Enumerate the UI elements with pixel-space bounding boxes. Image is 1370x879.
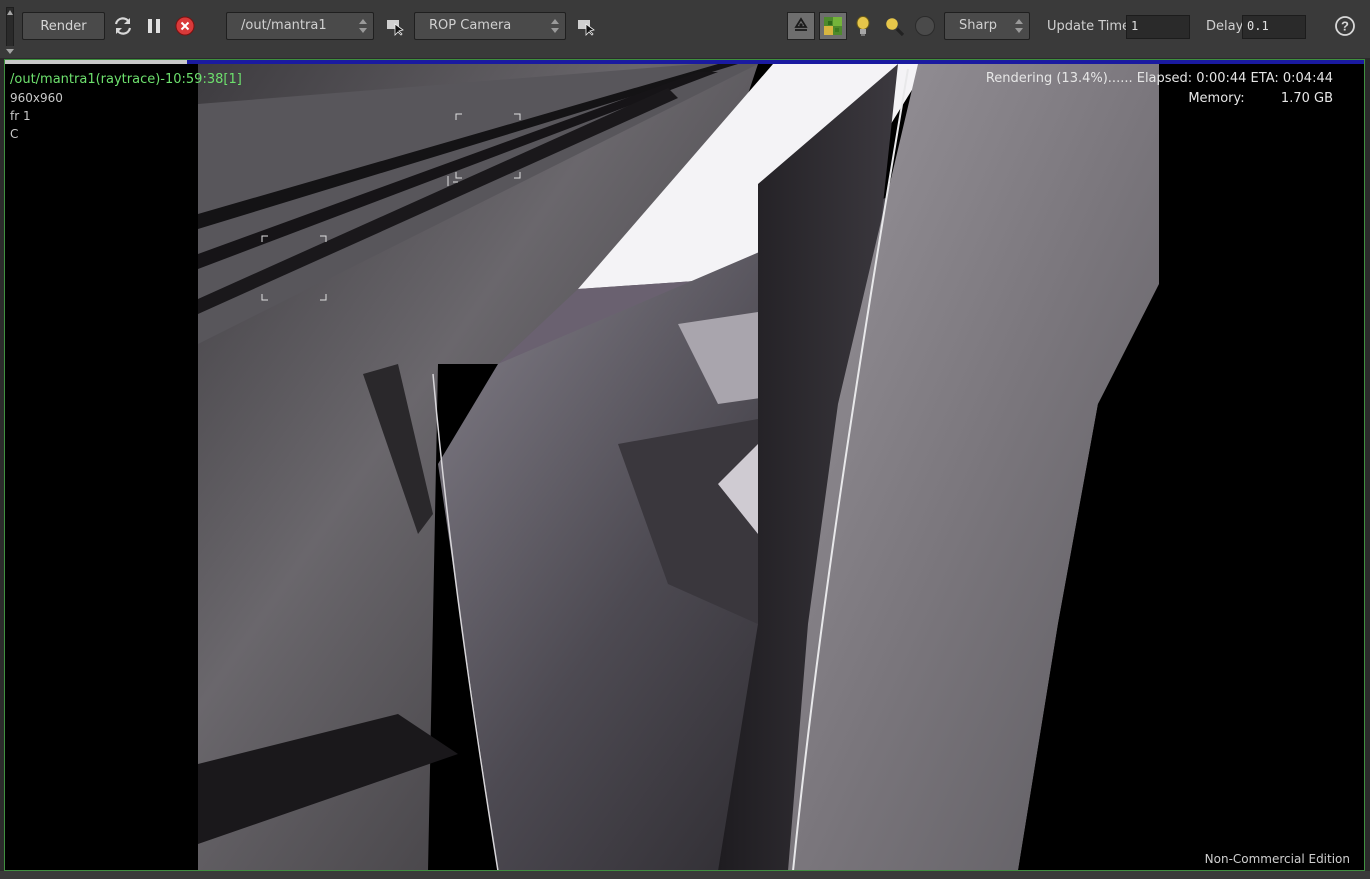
filter-mode-select[interactable]: Sharp [944,12,1030,40]
edition-watermark: Non-Commercial Edition [1204,852,1350,866]
chevron-updown-icon [1015,18,1023,34]
expand-arrow-icon[interactable] [6,49,14,54]
update-time-label: Update Time [1047,19,1131,34]
sphere-icon[interactable] [913,14,937,38]
magnifier-icon[interactable] [882,14,906,38]
toolbar-expand-strip[interactable] [0,46,1370,58]
render-title: /out/mantra1(raytrace)-10:59:38[1] [10,72,242,87]
render-viewport[interactable]: /out/mantra1(raytrace)-10:59:38[1] 960x9… [4,59,1365,871]
toolbar-collapse-handle[interactable] [6,7,14,47]
render-status: Rendering (13.4%)...... Elapsed: 0:00:44… [985,71,1333,86]
render-button[interactable]: Render [22,12,105,40]
pause-icon[interactable] [142,14,166,38]
stop-icon[interactable] [173,14,197,38]
recycle-preview-icon[interactable] [787,12,815,40]
memory-readout: Memory: 1.70 GB [1188,91,1333,106]
filter-mode-value: Sharp [959,18,998,33]
help-symbol: ? [1341,19,1349,34]
bottom-handle-strip [0,871,1370,879]
memory-value: 1.70 GB [1280,91,1333,106]
rendered-image [198,64,1159,870]
pick-node-icon[interactable] [383,14,407,38]
chevron-updown-icon [359,18,367,34]
memory-label: Memory: [1188,91,1245,106]
render-progress-fill [5,60,188,64]
resolution-label: 960x960 [10,91,63,105]
delay-label: Delay [1206,19,1244,34]
channel-label: C [10,127,19,141]
refresh-icon[interactable] [111,14,135,38]
help-icon[interactable]: ? [1333,14,1357,38]
camera-select[interactable]: ROP Camera [414,12,566,40]
pick-camera-icon[interactable] [574,14,598,38]
lightbulb-icon[interactable] [851,14,875,38]
update-time-field[interactable]: 1 [1126,15,1190,39]
output-driver-select[interactable]: /out/mantra1 [226,12,374,40]
pixel-sampling-icon[interactable] [819,12,847,40]
output-driver-value: /out/mantra1 [241,18,327,33]
camera-value: ROP Camera [429,18,512,33]
frame-label: fr 1 [10,109,31,123]
chevron-updown-icon [551,18,559,34]
delay-field[interactable]: 0.1 [1242,15,1306,39]
